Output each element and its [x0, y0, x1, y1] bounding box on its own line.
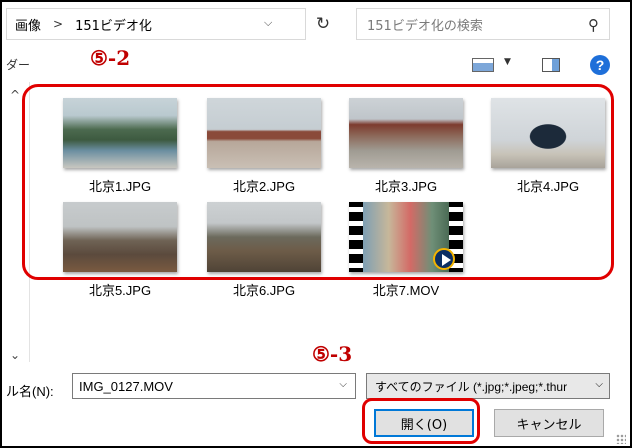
scroll-up-icon[interactable]: ^ — [10, 88, 20, 102]
toolbar-fragment[interactable]: ダー — [6, 56, 30, 73]
refresh-icon[interactable]: ↻ — [302, 8, 344, 40]
cancel-button[interactable]: キャンセル — [494, 409, 604, 437]
search-icon[interactable]: ⚲ — [588, 16, 599, 34]
search-placeholder: 151ビデオ化の検索 — [367, 18, 483, 34]
filename-label: ル名(N): — [6, 384, 54, 399]
filename-input[interactable]: IMG_0127.MOV ⌵ — [72, 373, 356, 399]
file-open-dialog: 画像 > 151ビデオ化 ⌵ ↻ 151ビデオ化の検索 ⚲ ダー ▼ ? ⑤-2… — [0, 0, 632, 448]
search-input[interactable]: 151ビデオ化の検索 ⚲ — [356, 8, 610, 40]
highlight-open-box — [362, 398, 480, 444]
annotation-step-5-2: ⑤-2 — [90, 46, 131, 70]
file-name: 北京6.JPG — [232, 283, 296, 298]
help-icon[interactable]: ? — [590, 55, 610, 75]
filename-value: IMG_0127.MOV — [79, 378, 173, 394]
breadcrumb-folder[interactable]: 151ビデオ化 — [75, 15, 152, 34]
file-name: 北京5.JPG — [88, 283, 152, 298]
file-name: 北京7.MOV — [372, 283, 440, 298]
chevron-down-icon[interactable]: ⌵ — [595, 379, 603, 390]
chevron-down-icon[interactable]: ⌵ — [264, 16, 272, 30]
view-dropdown-icon[interactable]: ▼ — [504, 57, 511, 67]
chevron-down-icon[interactable]: ⌵ — [339, 379, 347, 390]
scroll-down-icon[interactable]: ⌄ — [10, 348, 20, 362]
resize-grip-icon[interactable] — [616, 434, 626, 444]
preview-pane-icon[interactable] — [542, 58, 560, 72]
address-bar[interactable]: 画像 > 151ビデオ化 — [6, 8, 306, 40]
view-icon[interactable] — [472, 58, 494, 72]
breadcrumb-separator: > — [53, 17, 64, 31]
filetype-value: すべてのファイル (*.jpg;*.jpeg;*.thur — [375, 379, 568, 394]
filetype-select[interactable]: すべてのファイル (*.jpg;*.jpeg;*.thur ⌵ — [366, 373, 610, 399]
highlight-files-box — [22, 84, 614, 280]
annotation-step-5-3: ⑤-3 — [312, 342, 353, 366]
breadcrumb-images[interactable]: 画像 — [15, 15, 41, 34]
